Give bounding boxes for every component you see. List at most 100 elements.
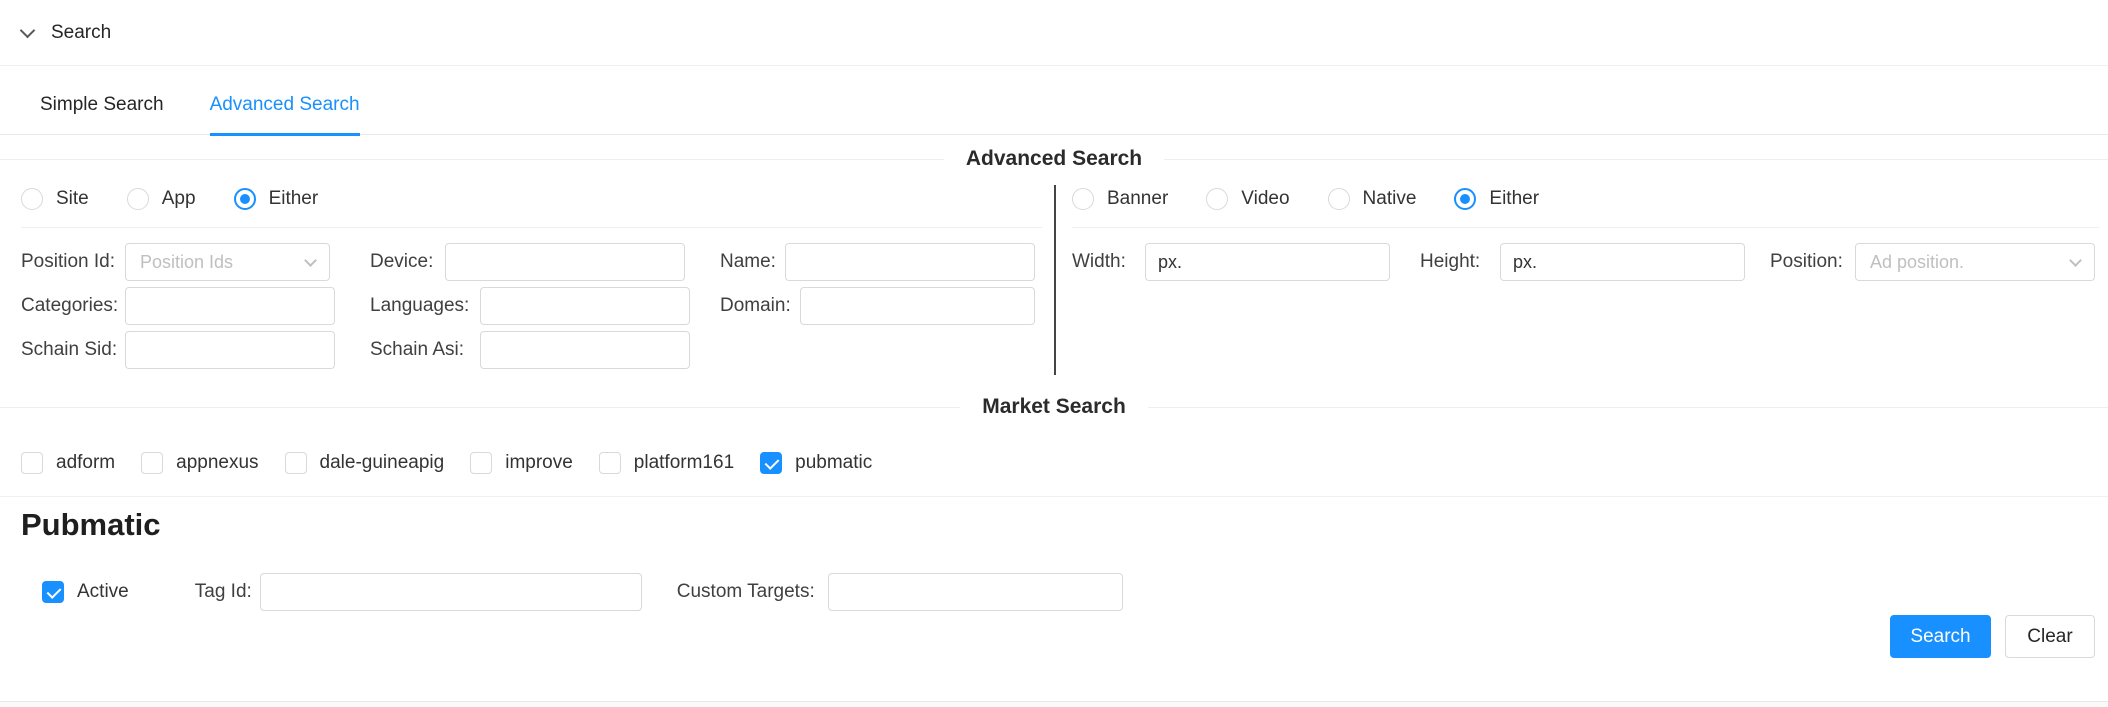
position-id-select[interactable]: Position Ids	[125, 243, 330, 281]
radio-label: Either	[1489, 188, 1539, 210]
name-input[interactable]	[785, 243, 1035, 281]
tag-id-input[interactable]	[260, 573, 642, 611]
field-custom-targets: Custom Targets:	[677, 573, 1123, 611]
radio-icon[interactable]	[21, 188, 43, 210]
advanced-form: Site App Either Position Id: Position Id…	[0, 185, 2108, 375]
divider-line	[1164, 159, 2108, 160]
field-languages: Languages:	[370, 287, 690, 325]
radio-label: Native	[1363, 188, 1417, 210]
device-input[interactable]	[445, 243, 685, 281]
form-row-3: Schain Sid: Schain Asi:	[21, 331, 1054, 369]
radio-site[interactable]: Site	[21, 188, 89, 210]
form-row-1: Position Id: Position Ids Device: Name:	[21, 243, 1054, 281]
checkbox-label: pubmatic	[795, 452, 872, 474]
radio-icon[interactable]	[1206, 188, 1228, 210]
radio-either-format[interactable]: Either	[1454, 188, 1539, 210]
field-tag-id: Tag Id:	[195, 573, 642, 611]
clear-button[interactable]: Clear	[2005, 615, 2095, 658]
checkbox-label: appnexus	[176, 452, 258, 474]
radio-icon[interactable]	[127, 188, 149, 210]
radio-video[interactable]: Video	[1206, 188, 1289, 210]
width-input[interactable]	[1145, 243, 1390, 281]
pubmatic-form-row: Active Tag Id: Custom Targets:	[0, 573, 2108, 611]
checkbox-improve[interactable]: improve	[470, 452, 573, 474]
radio-icon[interactable]	[1328, 188, 1350, 210]
tab-advanced-search[interactable]: Advanced Search	[210, 94, 360, 136]
panel-header[interactable]: Search	[0, 0, 2108, 66]
radio-icon[interactable]	[1072, 188, 1094, 210]
checkbox-checked-icon[interactable]	[42, 581, 64, 603]
chevron-down-icon	[2069, 254, 2082, 267]
schain-sid-input[interactable]	[125, 331, 335, 369]
section-rule	[0, 496, 2108, 497]
checkbox-icon[interactable]	[141, 452, 163, 474]
checkbox-dale-guineapig[interactable]: dale-guineapig	[285, 452, 445, 474]
field-label: Width:	[1072, 251, 1145, 273]
search-tabs: Simple Search Advanced Search	[0, 94, 2108, 135]
checkbox-icon[interactable]	[470, 452, 492, 474]
field-schain-sid: Schain Sid:	[21, 331, 335, 369]
field-position-id: Position Id: Position Ids	[21, 243, 330, 281]
market-checkbox-group: adform appnexus dale-guineapig improve p…	[0, 449, 2108, 477]
checkbox-label: platform161	[634, 452, 734, 474]
checkbox-platform161[interactable]: platform161	[599, 452, 734, 474]
field-label: Schain Asi:	[370, 339, 480, 361]
radio-banner[interactable]: Banner	[1072, 188, 1168, 210]
field-domain: Domain:	[720, 287, 1035, 325]
field-label: Tag Id:	[195, 581, 260, 603]
checkbox-label: adform	[56, 452, 115, 474]
search-button[interactable]: Search	[1890, 615, 1991, 658]
checkbox-active[interactable]: Active	[42, 581, 129, 603]
section-rule	[21, 227, 1042, 228]
field-label: Custom Targets:	[677, 581, 828, 603]
field-height: Height:	[1420, 243, 1745, 281]
divider-line	[1148, 407, 2108, 408]
radio-label: App	[162, 188, 196, 210]
field-device: Device:	[370, 243, 685, 281]
checkbox-icon[interactable]	[599, 452, 621, 474]
height-input[interactable]	[1500, 243, 1745, 281]
ad-format-radio-group: Banner Video Native Either	[1072, 185, 2108, 213]
search-panel: Search Simple Search Advanced Search Adv…	[0, 0, 2108, 702]
checkbox-appnexus[interactable]: appnexus	[141, 452, 258, 474]
custom-targets-input[interactable]	[828, 573, 1123, 611]
advanced-search-divider: Advanced Search	[0, 147, 2108, 171]
form-row-size: Width: Height: Position: Ad position.	[1072, 243, 2108, 281]
panel-title: Search	[51, 22, 111, 44]
field-label: Height:	[1420, 251, 1500, 273]
domain-input[interactable]	[800, 287, 1035, 325]
field-label: Domain:	[720, 295, 800, 317]
field-width: Width:	[1072, 243, 1390, 281]
radio-selected-icon[interactable]	[234, 188, 256, 210]
chevron-down-icon[interactable]	[20, 22, 36, 38]
advanced-search-title: Advanced Search	[944, 147, 1164, 171]
radio-app[interactable]: App	[127, 188, 196, 210]
field-label: Position Id:	[21, 251, 125, 273]
checkbox-icon[interactable]	[285, 452, 307, 474]
field-label: Categories:	[21, 295, 125, 317]
categories-input[interactable]	[125, 287, 335, 325]
field-label: Position:	[1770, 251, 1855, 273]
ad-position-select[interactable]: Ad position.	[1855, 243, 2095, 281]
checkbox-icon[interactable]	[21, 452, 43, 474]
divider-line	[0, 407, 960, 408]
field-position: Position: Ad position.	[1770, 243, 2095, 281]
section-rule	[1072, 227, 2100, 228]
checkbox-checked-icon[interactable]	[760, 452, 782, 474]
checkbox-adform[interactable]: adform	[21, 452, 115, 474]
chevron-down-icon	[304, 254, 317, 267]
tab-simple-search[interactable]: Simple Search	[40, 94, 164, 136]
radio-native[interactable]: Native	[1328, 188, 1417, 210]
divider-line	[0, 159, 944, 160]
languages-input[interactable]	[480, 287, 690, 325]
checkbox-pubmatic[interactable]: pubmatic	[760, 452, 872, 474]
select-placeholder: Position Ids	[140, 252, 233, 273]
radio-label: Site	[56, 188, 89, 210]
select-placeholder: Ad position.	[1870, 252, 1964, 273]
checkbox-label: Active	[77, 581, 129, 603]
field-name: Name:	[720, 243, 1035, 281]
radio-either[interactable]: Either	[234, 188, 319, 210]
field-label: Schain Sid:	[21, 339, 125, 361]
radio-selected-icon[interactable]	[1454, 188, 1476, 210]
schain-asi-input[interactable]	[480, 331, 690, 369]
